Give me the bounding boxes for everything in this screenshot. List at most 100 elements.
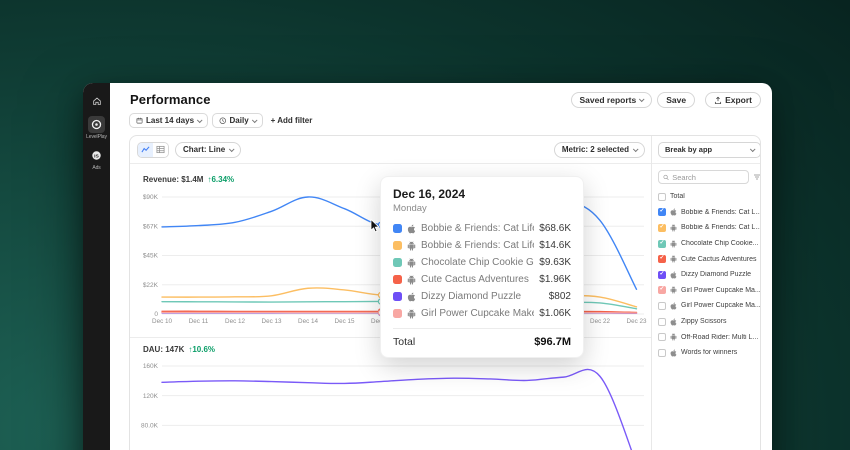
svg-text:80.0K: 80.0K: [141, 423, 159, 430]
add-filter-button[interactable]: + Add filter: [271, 116, 313, 125]
checkbox[interactable]: ✓: [658, 224, 666, 232]
checkbox[interactable]: ✓: [658, 208, 666, 216]
app-filter-item[interactable]: ✓ Dizzy Diamond Puzzle: [658, 267, 761, 283]
checkbox[interactable]: ✓: [658, 271, 666, 279]
apple-icon: [670, 318, 677, 326]
saved-reports-button[interactable]: Saved reports: [571, 92, 653, 108]
app-filter-label: Girl Power Cupcake Ma...: [681, 287, 761, 294]
android-icon: [407, 275, 416, 285]
tooltip-app-value: $1.06K: [539, 308, 571, 319]
svg-text:$22K: $22K: [143, 282, 159, 289]
tooltip-row: Bobbie & Friends: Cat Life...$14.6K: [393, 237, 571, 254]
filter-bar: Last 14 days Daily + Add filter: [125, 113, 761, 128]
chart-type-dropdown[interactable]: Chart: Line: [175, 142, 241, 158]
checkbox[interactable]: ✓: [658, 240, 666, 248]
nav-home[interactable]: [88, 92, 105, 109]
app-filter-item[interactable]: ✓ Cute Cactus Adventures: [658, 251, 761, 267]
granularity-filter[interactable]: Daily: [212, 113, 263, 128]
apple-icon: [670, 271, 677, 279]
tooltip-app-name: Chocolate Chip Cookie Ga...: [421, 257, 534, 268]
svg-text:$90K: $90K: [143, 194, 159, 201]
dau-chart[interactable]: 160K120K80.0K40.0KDec 10Dec 11Dec 12Dec …: [130, 357, 651, 450]
export-button[interactable]: Export: [705, 92, 761, 108]
export-label: Export: [725, 95, 752, 105]
app-filter-label: Total: [670, 193, 685, 200]
app-filter-item[interactable]: Total: [658, 189, 761, 205]
chart-toolbar: Chart: Line Metric: 2 selected: [130, 136, 651, 164]
checkbox[interactable]: [658, 193, 666, 201]
svg-text:Dec 15: Dec 15: [335, 318, 355, 325]
app-filter-label: Off-Road Rider: Multi L...: [681, 334, 758, 341]
svg-text:Dec 10: Dec 10: [152, 318, 172, 325]
break-by-dropdown[interactable]: Break by app: [658, 142, 761, 158]
apple-icon: [407, 292, 416, 302]
app-filter-item[interactable]: ✓Chocolate Chip Cookie...: [658, 236, 761, 252]
android-icon: [407, 309, 416, 319]
save-label: Save: [666, 95, 686, 105]
saved-reports-label: Saved reports: [580, 95, 637, 105]
calendar-icon: [136, 117, 143, 124]
tooltip-app-name: Bobbie & Friends: Cat Life...: [421, 240, 534, 251]
svg-text:iS: iS: [94, 153, 99, 159]
checkbox[interactable]: [658, 318, 666, 326]
date-range-filter[interactable]: Last 14 days: [129, 113, 208, 128]
tooltip-app-value: $68.6K: [539, 223, 571, 234]
app-filter-item[interactable]: Off-Road Rider: Multi L...: [658, 329, 761, 345]
tooltip-app-name: Cute Cactus Adventures: [421, 274, 534, 285]
tooltip-app-value: $1.96K: [539, 274, 571, 285]
app-filter-item[interactable]: ✓ Bobbie & Friends: Cat L...: [658, 205, 761, 221]
app-filter-label: Dizzy Diamond Puzzle: [681, 271, 751, 278]
search-input[interactable]: [672, 173, 744, 182]
checkbox[interactable]: [658, 333, 666, 341]
chevron-down-icon: [639, 96, 645, 102]
clock-icon: [219, 117, 227, 125]
mouse-cursor: [370, 219, 382, 233]
tooltip-total-value: $96.7M: [534, 336, 571, 348]
table-view-toggle[interactable]: [153, 143, 168, 157]
app-filter-item[interactable]: ✓ Bobbie & Friends: Cat L...: [658, 220, 761, 236]
nav-levelplay[interactable]: LevelPlay: [86, 116, 107, 140]
nav-ads-label: Ads: [92, 165, 100, 171]
ads-icon: iS: [88, 147, 105, 164]
android-icon: [670, 255, 677, 263]
nav-levelplay-label: LevelPlay: [86, 134, 107, 140]
page-title: Performance: [125, 92, 211, 107]
app-filter-label: Bobbie & Friends: Cat L...: [681, 224, 761, 231]
tooltip-row: Girl Power Cupcake Maker$1.06K: [393, 305, 571, 322]
checkbox[interactable]: ✓: [658, 286, 666, 294]
line-view-toggle[interactable]: [138, 143, 153, 157]
app-filter-item[interactable]: Words for winners: [658, 345, 761, 361]
tooltip-app-name: Bobbie & Friends: Cat Life...: [421, 223, 534, 234]
granularity-label: Daily: [230, 116, 249, 125]
revenue-delta: ↑6.34%: [207, 175, 234, 184]
svg-text:Dec 12: Dec 12: [225, 318, 245, 325]
search-icon: [663, 174, 669, 181]
svg-text:Dec 22: Dec 22: [590, 318, 610, 325]
app-filter-label: Cute Cactus Adventures: [681, 256, 757, 263]
nav-ads[interactable]: iS Ads: [88, 147, 105, 171]
filter-sort-icon[interactable]: [753, 173, 761, 181]
tooltip-row: Dizzy Diamond Puzzle$802: [393, 288, 571, 305]
svg-text:Dec 23: Dec 23: [627, 318, 647, 325]
app-filter-label: Bobbie & Friends: Cat L...: [681, 209, 761, 216]
checkbox[interactable]: [658, 302, 666, 310]
save-button[interactable]: Save: [657, 92, 695, 108]
svg-text:120K: 120K: [143, 393, 159, 400]
checkbox[interactable]: [658, 349, 666, 357]
app-filter-item[interactable]: Zippy Scissors: [658, 314, 761, 330]
tooltip-row: Cute Cactus Adventures $1.96K: [393, 271, 571, 288]
app-filter-label: Zippy Scissors: [681, 318, 727, 325]
android-icon: [407, 241, 416, 251]
app-filter-list: Total ✓ Bobbie & Friends: Cat L... ✓ Bobbie …: [658, 189, 761, 361]
metric-dropdown[interactable]: Metric: 2 selected: [554, 142, 645, 158]
android-icon: [670, 240, 677, 248]
app-filter-item[interactable]: Girl Power Cupcake Ma...: [658, 298, 761, 314]
svg-text:Dec 11: Dec 11: [189, 318, 209, 325]
checkbox[interactable]: ✓: [658, 255, 666, 263]
search-box[interactable]: [658, 170, 749, 184]
app-filter-item[interactable]: ✓ Girl Power Cupcake Ma...: [658, 283, 761, 299]
levelplay-icon: [88, 116, 105, 133]
metric-label: Metric: 2 selected: [562, 145, 629, 154]
export-icon: [714, 96, 722, 105]
dau-delta: ↑10.6%: [188, 345, 215, 354]
